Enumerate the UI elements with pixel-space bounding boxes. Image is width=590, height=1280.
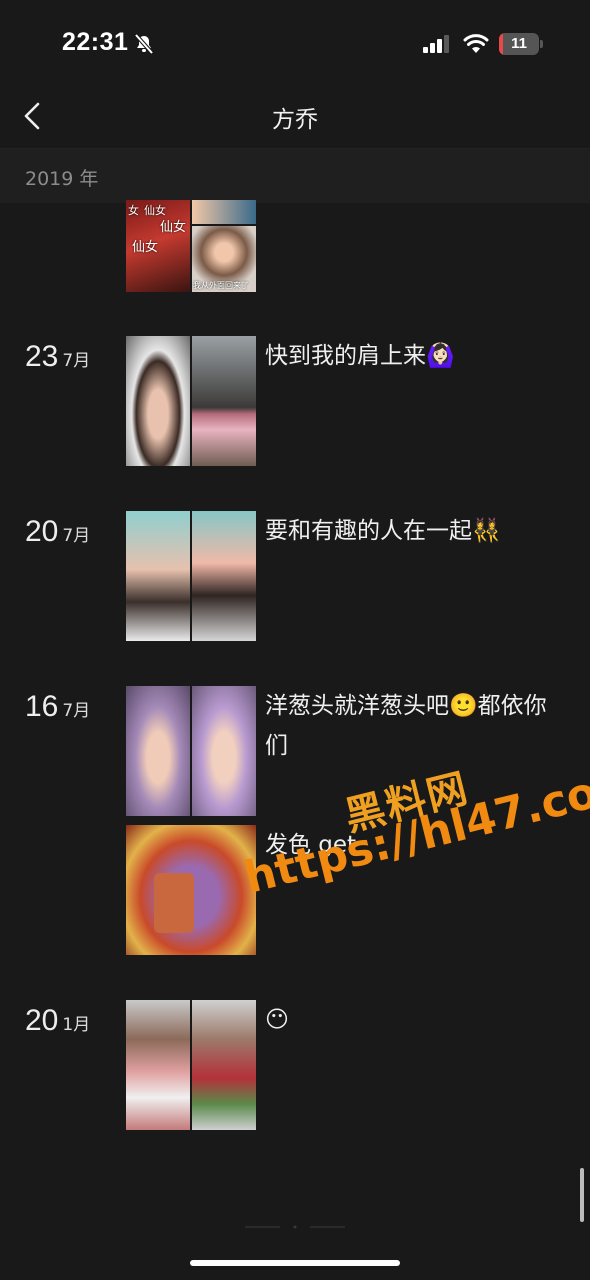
signal-icon bbox=[423, 35, 449, 53]
photo-thumbnail[interactable] bbox=[126, 511, 256, 641]
timeline-entry: 20 7月 要和有趣的人在一起👯‍♀️ bbox=[0, 511, 590, 641]
status-time: 22:31 bbox=[62, 28, 129, 56]
page-title: 方乔 bbox=[272, 107, 318, 133]
sticker-text: 仙女 bbox=[132, 240, 159, 255]
post-date: 20 7月 bbox=[25, 515, 91, 548]
loading-indicator-icon bbox=[245, 1225, 345, 1229]
status-bar: 22:31 11 bbox=[0, 0, 590, 88]
post-caption[interactable]: 洋葱头就洋葱头吧🙂都依你们 bbox=[265, 686, 555, 766]
post-caption[interactable]: 要和有趣的人在一起👯‍♀️ bbox=[265, 511, 555, 551]
scrollbar-thumb[interactable] bbox=[580, 1168, 584, 1222]
photo-thumbnail[interactable] bbox=[126, 336, 256, 466]
photo-thumbnail[interactable] bbox=[126, 1000, 256, 1130]
home-indicator[interactable] bbox=[190, 1260, 400, 1266]
battery-indicator: 11 bbox=[499, 33, 543, 55]
bell-slash-icon bbox=[134, 33, 154, 55]
post-caption[interactable]: 😶 bbox=[265, 1000, 555, 1040]
timeline-entry: 20 1月 😶 bbox=[0, 1000, 590, 1130]
wifi-icon bbox=[463, 34, 489, 53]
year-label: 2019 年 bbox=[25, 168, 99, 190]
timeline-entry: 23 7月 快到我的肩上来🙆🏻‍♀️ bbox=[0, 336, 590, 466]
sticker-text: 女 bbox=[128, 204, 139, 217]
partial-photo-thumbnail[interactable]: 女 仙女 仙女 仙女 我从外面回来了 bbox=[126, 200, 256, 292]
sticker-text: 我从外面回来了 bbox=[193, 281, 249, 290]
post-caption[interactable]: 快到我的肩上来🙆🏻‍♀️ bbox=[265, 336, 555, 376]
year-header: 2019 年 bbox=[0, 148, 590, 203]
post-date: 16 7月 bbox=[25, 690, 91, 723]
post-date: 23 7月 bbox=[25, 340, 91, 373]
photo-thumbnail[interactable] bbox=[126, 825, 256, 955]
post-date: 20 1月 bbox=[25, 1004, 91, 1037]
sticker-text: 仙女 bbox=[160, 220, 187, 235]
nav-bar: 方乔 bbox=[0, 88, 590, 148]
photo-thumbnail[interactable] bbox=[126, 686, 256, 816]
battery-level: 11 bbox=[511, 35, 527, 52]
